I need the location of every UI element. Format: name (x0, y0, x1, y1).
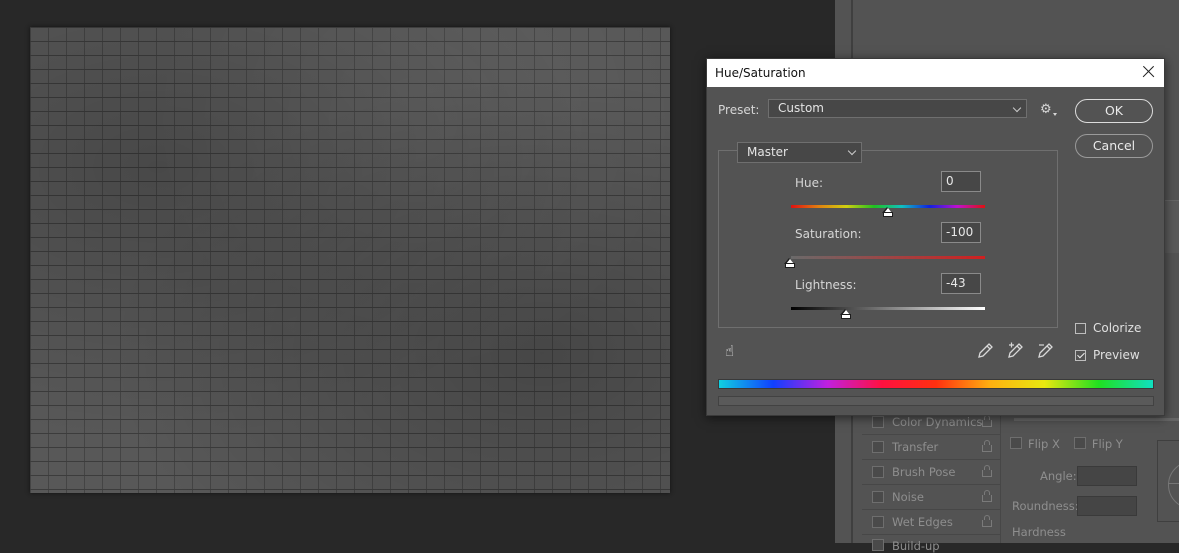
hand-target-icon[interactable]: ☝ (725, 342, 741, 360)
channel-dropdown[interactable]: Master (737, 142, 862, 163)
saturation-input[interactable]: -100 (941, 222, 981, 243)
lock-icon[interactable] (982, 490, 992, 502)
preset-value: Custom (778, 101, 824, 115)
preset-dropdown[interactable]: Custom (768, 99, 1027, 118)
brush-option-brush-pose[interactable]: Brush Pose (862, 460, 1000, 485)
checkbox[interactable] (1010, 437, 1022, 449)
flip-options: Flip X Flip Y (1010, 437, 1123, 451)
roundness-field[interactable] (1077, 496, 1137, 516)
colorize-label: Colorize (1093, 321, 1142, 335)
preview-label: Preview (1093, 348, 1140, 362)
angle-field[interactable] (1077, 466, 1137, 486)
brush-option-build-up[interactable]: Build-up (862, 535, 1000, 553)
chevron-down-icon (1012, 103, 1022, 113)
colorize-option[interactable]: Colorize (1075, 321, 1141, 335)
adjustment-group (718, 150, 1058, 328)
chevron-down-icon (847, 146, 857, 156)
eyedropper-icon[interactable] (976, 342, 994, 360)
saturation-label: Saturation: (795, 227, 862, 241)
flip-x-option[interactable]: Flip X (1010, 437, 1060, 451)
flip-y-label: Flip Y (1091, 437, 1123, 451)
brush-option-label: Wet Edges (892, 515, 953, 529)
flip-y-option[interactable]: Flip Y (1073, 437, 1123, 451)
hardness-label: Hardness (1012, 525, 1066, 539)
hue-label: Hue: (795, 176, 824, 190)
brush-option-label: Build-up (892, 539, 940, 553)
lock-icon[interactable] (982, 465, 992, 477)
brush-option-wet-edges[interactable]: Wet Edges (862, 510, 1000, 535)
brush-settings-list: Color Dynamics Transfer Brush Pose Noise… (862, 410, 1000, 553)
brush-option-label: Transfer (892, 440, 939, 454)
lightness-input[interactable]: -43 (941, 273, 981, 294)
cancel-button[interactable]: Cancel (1075, 134, 1153, 158)
eyedropper-plus-icon[interactable] (1006, 342, 1024, 360)
brush-option-label: Color Dynamics (892, 415, 983, 429)
brush-option-label: Brush Pose (892, 465, 956, 479)
lock-icon[interactable] (982, 440, 992, 452)
ok-button[interactable]: OK (1075, 99, 1153, 123)
preview-checkbox[interactable] (1075, 349, 1086, 361)
checkbox[interactable] (872, 466, 884, 478)
gear-icon[interactable]: ⚙ (1040, 103, 1052, 116)
checkbox[interactable] (872, 441, 884, 453)
panel-scroll-element[interactable] (1164, 200, 1179, 253)
caret-down-icon[interactable] (1053, 113, 1057, 116)
document-image-brick-wall[interactable] (30, 27, 670, 493)
output-spectrum-bar (718, 396, 1154, 406)
checkbox[interactable] (872, 516, 884, 528)
panel-slider-track (1014, 418, 1179, 421)
angle-label: Angle: (1040, 469, 1077, 483)
hue-saturation-dialog: Hue/Saturation Preset: Custom ⚙ OK Cance… (706, 58, 1165, 416)
brush-option-noise[interactable]: Noise (862, 485, 1000, 510)
checkbox[interactable] (872, 416, 884, 428)
saturation-slider-track[interactable] (791, 256, 985, 259)
preset-label: Preset: (718, 103, 760, 117)
preview-option[interactable]: Preview (1075, 348, 1140, 362)
brush-option-label: Noise (892, 490, 924, 504)
colorize-checkbox[interactable] (1075, 322, 1086, 334)
dialog-titlebar[interactable]: Hue/Saturation (707, 59, 1164, 87)
checkbox[interactable] (1073, 437, 1086, 449)
hue-input[interactable]: 0 (941, 171, 981, 192)
checkbox[interactable] (872, 539, 884, 551)
input-spectrum-bar (718, 379, 1154, 389)
brush-option-transfer[interactable]: Transfer (862, 435, 1000, 460)
lightness-label: Lightness: (795, 278, 857, 292)
lock-icon[interactable] (982, 415, 992, 427)
close-icon[interactable] (1140, 64, 1156, 80)
brush-angle-widget[interactable] (1157, 440, 1179, 522)
dialog-title: Hue/Saturation (715, 66, 806, 80)
eyedropper-minus-icon[interactable] (1036, 342, 1054, 360)
roundness-label: Roundness: (1012, 499, 1079, 513)
lightness-slider-track[interactable] (791, 307, 985, 310)
checkbox[interactable] (872, 491, 884, 503)
channel-value: Master (747, 145, 788, 159)
lock-icon[interactable] (982, 515, 992, 527)
brush-panel-separator (1000, 410, 1001, 543)
flip-x-label: Flip X (1028, 437, 1060, 451)
